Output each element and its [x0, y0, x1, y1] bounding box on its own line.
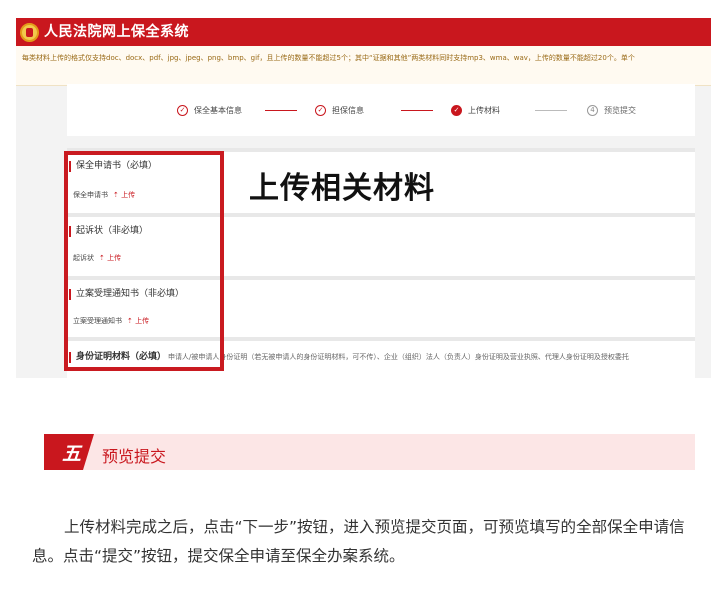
- step-preview-submit[interactable]: 4 预览提交: [587, 103, 636, 117]
- section-banner: 五 预览提交: [44, 434, 695, 470]
- banner-number: 五: [62, 443, 82, 465]
- check-icon: ✓: [315, 104, 326, 116]
- step-basic-info[interactable]: ✓ 保全基本信息: [177, 103, 242, 117]
- app-header: 人民法院网上保全系统: [16, 18, 711, 46]
- step-label: 担保信息: [332, 105, 364, 115]
- highlight-box: [64, 151, 224, 371]
- step-number: 4: [587, 104, 598, 116]
- step-label: 预览提交: [604, 105, 636, 115]
- step-connector: [535, 110, 567, 111]
- check-icon: ✓: [451, 104, 462, 116]
- body-paragraph: 上传材料完成之后，点击“下一步”按钮，进入预览提交页面，可预览填写的全部保全申请…: [32, 518, 685, 565]
- court-emblem-icon: [20, 23, 39, 42]
- step-label: 上传材料: [468, 105, 500, 115]
- app-title: 人民法院网上保全系统: [44, 24, 189, 40]
- banner-title: 预览提交: [102, 447, 167, 466]
- annotation-title: 上传相关材料: [249, 171, 435, 206]
- notice-text: 每类材料上传的格式仅支持doc、docx、pdf、jpg、jpeg、png、bm…: [22, 54, 635, 62]
- upload-notice: 每类材料上传的格式仅支持doc、docx、pdf、jpg、jpeg、png、bm…: [16, 46, 711, 86]
- step-progress: ✓ 保全基本信息 ✓ 担保信息 ✓ 上传材料 4 预览提交: [67, 84, 695, 136]
- step-upload-materials[interactable]: ✓ 上传材料: [451, 103, 500, 117]
- step-guarantee-info[interactable]: ✓ 担保信息: [315, 103, 364, 117]
- check-icon: ✓: [177, 104, 188, 116]
- step-connector: [401, 110, 433, 111]
- section-description: 申请人/被申请人身份证明（若无被申请人的身份证明材料，可不传）、企业（组织）法人…: [168, 353, 629, 361]
- step-label: 保全基本信息: [194, 105, 242, 115]
- step-connector: [265, 110, 297, 111]
